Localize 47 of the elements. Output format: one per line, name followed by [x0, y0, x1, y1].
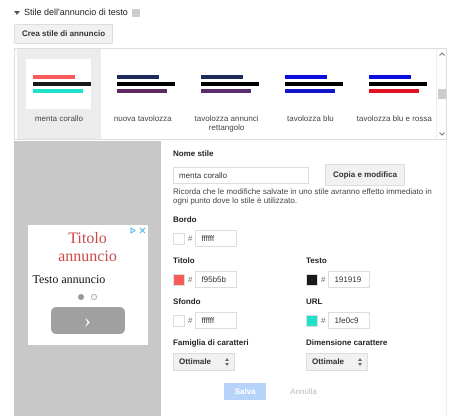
color-hex-field[interactable]: f95b5b: [195, 271, 238, 288]
color-hex-field[interactable]: 1fe0c9: [328, 312, 370, 330]
create-style-button[interactable]: Crea stile di annuncio: [14, 24, 114, 44]
color-hex-field[interactable]: ffffff: [195, 312, 238, 330]
font-select[interactable]: Ottimale: [173, 353, 235, 372]
style-option[interactable]: tavolozza blu: [268, 49, 352, 139]
style-option[interactable]: nuova tavolozza: [100, 49, 185, 139]
hash-sign: #: [321, 274, 326, 286]
style-option[interactable]: tavolozza blu e rossa: [352, 49, 436, 139]
copy-edit-button[interactable]: Copia e modifica: [325, 164, 406, 186]
color-swatch[interactable]: [306, 274, 318, 286]
style-option[interactable]: tavolozza annunci rettangolo: [184, 49, 268, 139]
field-label: Dimensione carattere: [306, 337, 388, 350]
scroll-up-icon[interactable]: [438, 52, 445, 56]
collapse-caret-icon[interactable]: [14, 11, 20, 15]
hash-sign: #: [188, 232, 192, 245]
hash-sign: #: [188, 274, 192, 286]
scrollbar-thumb[interactable]: [438, 89, 446, 99]
ad-choices-icon[interactable]: [130, 226, 146, 234]
color-hex-field[interactable]: 191919: [328, 271, 370, 288]
help-note: Ricorda che le modifiche salvate in uno stile avranno effetto immediato in ogni punto dove lo stile è utilizzato.: [173, 187, 433, 206]
scroll-down-icon[interactable]: [438, 132, 445, 136]
color-swatch[interactable]: [173, 232, 185, 245]
sort-caret-icon: [358, 358, 362, 366]
sort-caret-icon: [225, 358, 229, 366]
font-select[interactable]: Ottimale: [306, 353, 368, 372]
field-label: Bordo: [173, 214, 198, 226]
page-dot[interactable]: [78, 294, 84, 300]
section-title: Stile dell'annuncio di testo: [24, 6, 128, 20]
field-label: Testo: [306, 255, 328, 268]
field-label: Sfondo: [173, 296, 202, 308]
style-name-field[interactable]: menta corallo: [173, 166, 309, 184]
color-swatch[interactable]: [173, 314, 185, 327]
color-swatch[interactable]: [306, 314, 318, 327]
page-dot[interactable]: [91, 294, 97, 300]
color-hex-field[interactable]: ffffff: [195, 230, 238, 248]
field-label: Titolo: [173, 255, 196, 268]
field-label: Famiglia di caratteri: [173, 337, 250, 350]
ad-title: Titolo annuncio: [57, 230, 118, 266]
ad-text: Testo annuncio: [32, 271, 106, 288]
field-label: Nome stile: [173, 148, 214, 160]
style-option[interactable]: menta corallo: [17, 49, 101, 139]
help-icon[interactable]: [132, 9, 140, 17]
field-label: URL: [306, 296, 324, 308]
color-swatch[interactable]: [173, 274, 185, 286]
hash-sign: #: [321, 314, 326, 327]
hash-sign: #: [188, 314, 192, 327]
